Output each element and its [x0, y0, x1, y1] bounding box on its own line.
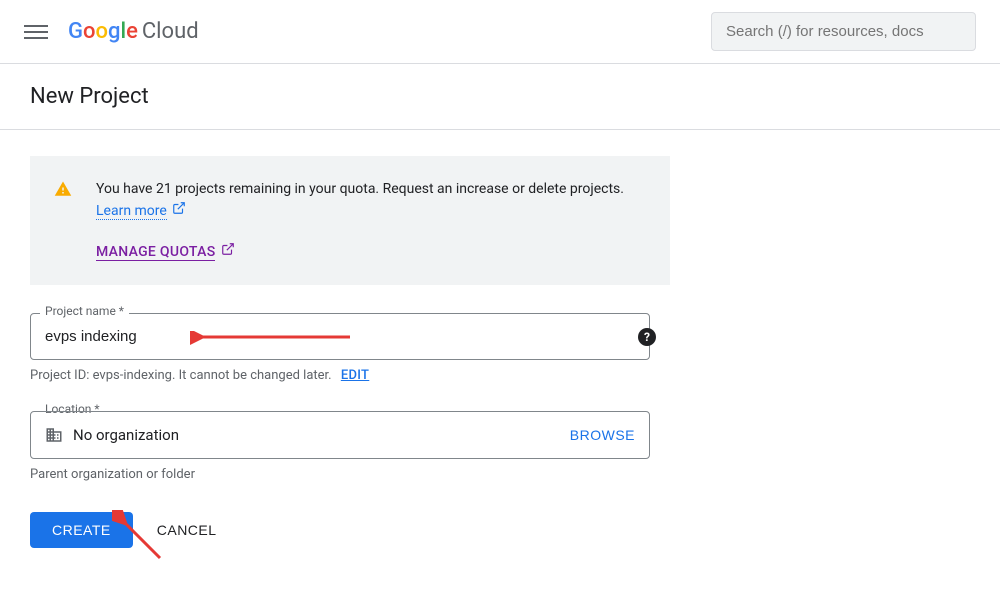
manage-quotas-link[interactable]: MANAGE QUOTAS — [96, 244, 215, 261]
annotation-arrow — [112, 510, 172, 570]
location-value: No organization — [73, 426, 560, 444]
project-name-label: Project name * — [40, 304, 129, 318]
banner-text: You have 21 projects remaining in your q… — [96, 178, 646, 263]
annotation-arrow — [190, 331, 360, 355]
location-field: No organization BROWSE — [30, 411, 650, 459]
edit-project-id-link[interactable]: EDIT — [341, 368, 369, 383]
help-icon[interactable]: ? — [638, 328, 656, 346]
location-field-wrap: Location * No organization BROWSE — [30, 411, 670, 459]
top-header: Google Cloud — [0, 0, 1000, 64]
learn-more-link[interactable]: Learn more — [96, 203, 167, 220]
page-title: New Project — [30, 84, 970, 109]
quota-banner: You have 21 projects remaining in your q… — [30, 156, 670, 285]
google-cloud-logo[interactable]: Google Cloud — [68, 19, 199, 44]
search-input[interactable] — [726, 23, 961, 40]
location-helper: Parent organization or folder — [30, 467, 670, 482]
browse-button[interactable]: BROWSE — [570, 427, 635, 443]
project-name-field-wrap: Project name * ? — [30, 313, 670, 360]
project-id-helper: Project ID: evps-indexing. It cannot be … — [30, 368, 670, 383]
menu-icon[interactable] — [24, 20, 48, 44]
content-area: You have 21 projects remaining in your q… — [0, 130, 700, 574]
quota-message: You have 21 projects remaining in your q… — [96, 181, 624, 197]
organization-icon — [45, 426, 63, 444]
search-box[interactable] — [711, 12, 976, 51]
external-link-icon — [172, 200, 186, 222]
warning-icon — [54, 180, 72, 263]
page-title-bar: New Project — [0, 64, 1000, 130]
external-link-icon — [221, 241, 235, 263]
